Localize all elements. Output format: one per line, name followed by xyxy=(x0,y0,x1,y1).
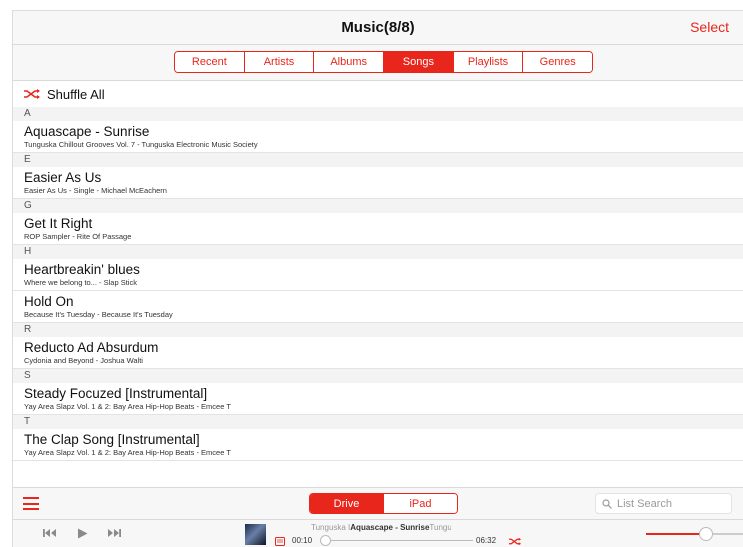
song-subtitle: Tunguska Chillout Grooves Vol. 7 - Tungu… xyxy=(24,140,258,149)
song-row[interactable]: Heartbreakin' blues Where we belong to...… xyxy=(13,259,743,291)
song-subtitle: Cydonia and Beyond - Joshua Walti xyxy=(24,356,143,365)
shuffle-all-label: Shuffle All xyxy=(47,86,105,102)
elapsed-time: 00:10 xyxy=(292,536,313,545)
source-drive[interactable]: Drive xyxy=(310,494,384,513)
page-title: Music(8/8) xyxy=(341,19,415,36)
volume-knob[interactable] xyxy=(699,527,713,541)
song-row[interactable]: The Clap Song [Instrumental] Yay Area Sla… xyxy=(13,429,743,461)
select-button[interactable]: Select xyxy=(690,19,729,35)
song-row[interactable]: Steady Focuzed [Instrumental] Yay Area Sl… xyxy=(13,383,743,415)
song-title: The Clap Song [Instrumental] xyxy=(24,432,200,447)
song-title: Hold On xyxy=(24,294,74,309)
song-subtitle: Easier As Us - Single - Michael McEacher… xyxy=(24,186,167,195)
song-subtitle: Yay Area Slapz Vol. 1 & 2: Bay Area Hip-… xyxy=(24,402,231,411)
section-header: S xyxy=(13,369,743,383)
shuffle-icon xyxy=(24,89,40,99)
progress-slider[interactable] xyxy=(319,535,473,546)
previous-track-icon[interactable] xyxy=(43,528,57,538)
tab-artists[interactable]: Artists xyxy=(244,52,315,72)
music-app-window: Music(8/8) Select Recent Artists Albums Son… xyxy=(12,10,743,547)
lyrics-icon[interactable] xyxy=(275,537,285,546)
section-header: R xyxy=(13,323,743,337)
album-artwork[interactable] xyxy=(245,524,266,545)
now-playing-prefix: Tunguska I xyxy=(311,523,351,532)
song-subtitle: Where we belong to... - Slap Stick xyxy=(24,278,137,287)
song-title: Heartbreakin' blues xyxy=(24,262,140,277)
search-placeholder: List Search xyxy=(617,497,673,510)
shuffle-toggle-icon[interactable] xyxy=(509,537,521,546)
song-list: A Aquascape - Sunrise Tunguska Chillout Gr… xyxy=(13,107,743,461)
source-segmented-control: Drive iPad xyxy=(309,493,458,514)
tab-playlists[interactable]: Playlists xyxy=(453,52,524,72)
bottom-toolbar: Drive iPad List Search xyxy=(13,487,743,519)
menu-icon[interactable] xyxy=(23,497,39,510)
list-search-field[interactable]: List Search xyxy=(595,493,732,514)
duration-time: 06:32 xyxy=(476,536,497,545)
song-subtitle: Because It's Tuesday - Because It's Tues… xyxy=(24,310,173,319)
section-header: A xyxy=(13,107,743,121)
song-row[interactable]: Get It Right ROP Sampler - Rite Of Passag… xyxy=(13,213,743,245)
volume-fill xyxy=(646,533,706,535)
song-row[interactable]: Aquascape - Sunrise Tunguska Chillout Gro… xyxy=(13,121,743,153)
section-header: H xyxy=(13,245,743,259)
song-row[interactable]: Easier As Us Easier As Us - Single - Mich… xyxy=(13,167,743,199)
section-header: E xyxy=(13,153,743,167)
tab-recent[interactable]: Recent xyxy=(175,52,245,72)
song-title: Aquascape - Sunrise xyxy=(24,124,150,139)
player-bar: Tunguska IAquascape - SunriseTunguska I … xyxy=(13,519,743,547)
song-title: Reducto Ad Absurdum xyxy=(24,340,159,355)
section-header: G xyxy=(13,199,743,213)
progress-knob[interactable] xyxy=(319,535,331,546)
source-ipad[interactable]: iPad xyxy=(384,494,457,513)
song-subtitle: ROP Sampler - Rite Of Passage xyxy=(24,232,132,241)
category-bar: Recent Artists Albums Songs Playlists Genres xyxy=(13,45,743,81)
now-playing-suffix: Tunguska I xyxy=(429,523,451,532)
song-subtitle: Yay Area Slapz Vol. 1 & 2: Bay Area Hip-… xyxy=(24,448,231,457)
navigation-bar: Music(8/8) Select xyxy=(13,11,743,45)
play-icon[interactable] xyxy=(77,528,88,539)
song-title: Steady Focuzed [Instrumental] xyxy=(24,386,208,401)
category-segmented-control: Recent Artists Albums Songs Playlists Genres xyxy=(174,51,593,73)
tab-albums[interactable]: Albums xyxy=(314,52,385,72)
search-icon xyxy=(602,498,612,509)
volume-slider[interactable] xyxy=(646,527,743,541)
next-track-icon[interactable] xyxy=(107,528,121,538)
song-row[interactable]: Hold On Because It's Tuesday - Because It… xyxy=(13,291,743,323)
song-row[interactable]: Reducto Ad Absurdum Cydonia and Beyond - … xyxy=(13,337,743,369)
tab-songs[interactable]: Songs xyxy=(384,52,454,72)
now-playing-text: Tunguska IAquascape - SunriseTunguska I xyxy=(311,523,451,532)
now-playing-title: Aquascape - Sunrise xyxy=(350,523,430,532)
song-title: Easier As Us xyxy=(24,170,102,185)
tab-genres[interactable]: Genres xyxy=(523,52,592,72)
shuffle-all-button[interactable]: Shuffle All xyxy=(13,81,743,107)
section-header: T xyxy=(13,415,743,429)
song-title: Get It Right xyxy=(24,216,93,231)
